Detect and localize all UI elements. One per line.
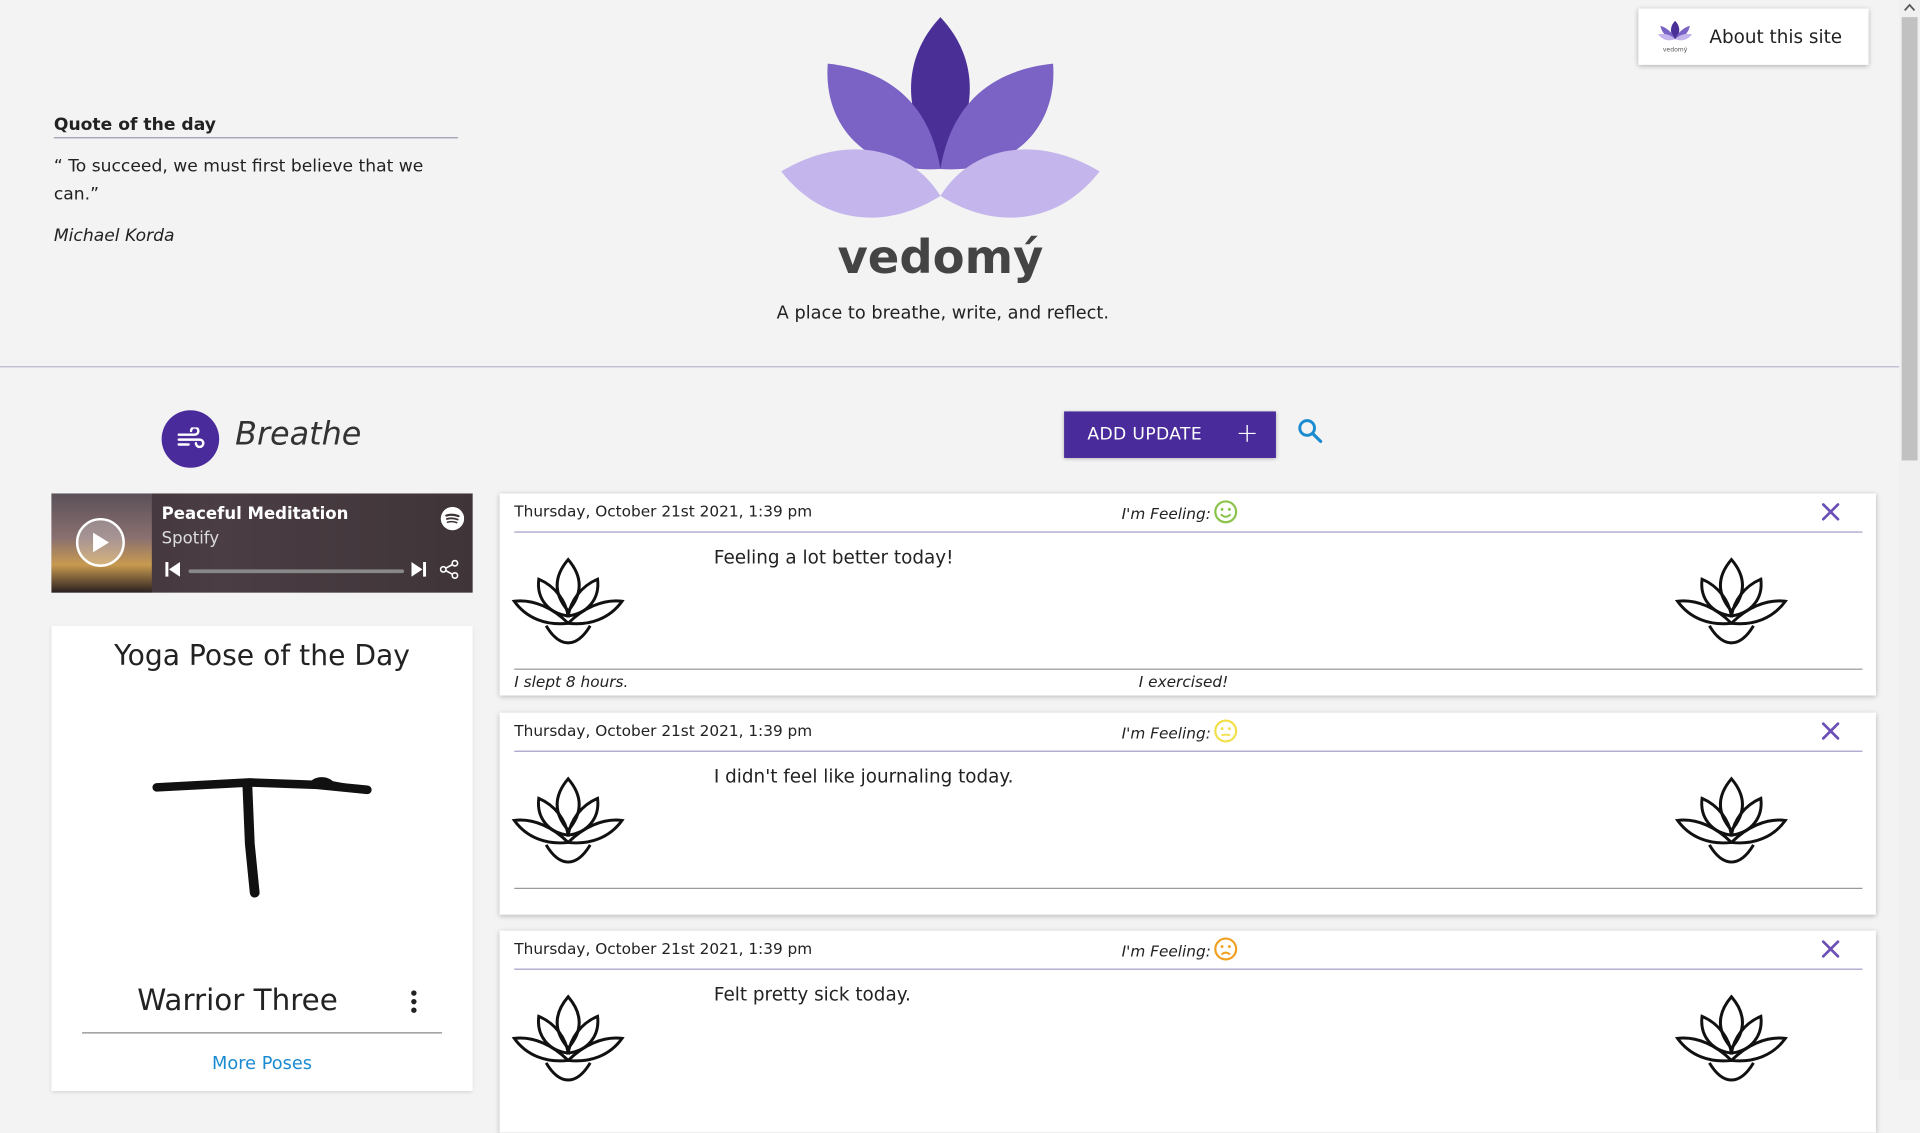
lotus-icon <box>1674 994 1788 1082</box>
spotify-player: Peaceful Meditation Spotify <box>51 493 473 593</box>
warrior-three-pose-icon <box>152 777 372 898</box>
quote-of-the-day: Quote of the day “ To succeed, we must f… <box>53 115 458 247</box>
journal-entry: Thursday, October 21st 2021, 1:39 pm I'm… <box>499 712 1876 915</box>
more-poses-link[interactable]: More Poses <box>51 1054 472 1074</box>
entry-text: Felt pretty sick today. <box>713 983 911 1006</box>
vedomy-logo: vedomý <box>781 17 1100 284</box>
entry-date: Thursday, October 21st 2021, 1:39 pm <box>514 939 813 958</box>
entry-feeling: I'm Feeling: <box>1121 937 1238 961</box>
close-icon[interactable] <box>1821 939 1841 959</box>
share-icon[interactable] <box>439 559 460 580</box>
entry-bottom-divider <box>514 668 1863 670</box>
quote-title: Quote of the day <box>53 115 458 139</box>
about-site-label: About this site <box>1709 25 1843 48</box>
scroll-up-icon[interactable] <box>1904 3 1916 11</box>
player-title: Peaceful Meditation <box>161 504 349 525</box>
quote-text: “ To succeed, we must first believe that… <box>53 156 424 205</box>
journal-entry: Thursday, October 21st 2021, 1:39 pm I'm… <box>499 930 1876 1133</box>
next-track-icon[interactable] <box>411 562 427 577</box>
play-button[interactable] <box>75 517 125 567</box>
entry-top-divider <box>514 750 1863 752</box>
player-subtitle: Spotify <box>161 528 220 549</box>
feeling-label: I'm Feeling: <box>1121 941 1211 960</box>
search-icon[interactable] <box>1297 418 1324 445</box>
progress-bar[interactable] <box>188 569 405 574</box>
about-site-button[interactable]: vedomý About this site <box>1638 8 1869 65</box>
yoga-divider <box>82 1032 443 1034</box>
lotus-icon <box>1674 776 1788 864</box>
close-icon[interactable] <box>1821 721 1841 741</box>
add-update-label: ADD UPDATE <box>1087 424 1203 445</box>
entry-date: Thursday, October 21st 2021, 1:39 pm <box>514 502 813 521</box>
entry-feeling: I'm Feeling: <box>1121 719 1238 743</box>
page-scrollbar[interactable] <box>1899 0 1920 1081</box>
entry-top-divider <box>514 968 1863 970</box>
close-icon[interactable] <box>1821 502 1841 522</box>
entry-text: Feeling a lot better today! <box>713 546 954 569</box>
yoga-card-title: Yoga Pose of the Day <box>114 640 410 673</box>
entry-feeling: I'm Feeling: <box>1121 500 1238 524</box>
more-vert-icon[interactable] <box>407 988 422 1015</box>
plus-icon: + <box>1235 418 1259 450</box>
svg-text:vedomý: vedomý <box>1663 45 1688 53</box>
lotus-icon <box>1674 557 1788 645</box>
entry-exercise-note: I exercised! <box>1138 672 1229 691</box>
scrollbar-thumb[interactable] <box>1901 17 1918 461</box>
lotus-icon <box>511 776 625 864</box>
entry-top-divider <box>514 531 1863 533</box>
spotify-icon[interactable] <box>440 506 465 531</box>
lotus-icon <box>511 557 625 645</box>
entry-bottom-divider <box>514 887 1863 889</box>
tagline: A place to breathe, write, and reflect. <box>776 303 1110 324</box>
quote-author: Michael Korda <box>53 226 175 247</box>
lotus-icon <box>511 994 625 1082</box>
previous-track-icon[interactable] <box>165 562 181 577</box>
neutral-face-icon <box>1214 719 1238 743</box>
feeling-label: I'm Feeling: <box>1121 503 1211 523</box>
yoga-pose-name: Warrior Three <box>137 983 338 1018</box>
wind-icon <box>176 426 204 448</box>
entry-date: Thursday, October 21st 2021, 1:39 pm <box>514 721 813 740</box>
sad-face-icon <box>1214 937 1238 961</box>
entry-text: I didn't feel like journaling today. <box>713 765 1014 788</box>
breathe-button[interactable] <box>161 410 220 468</box>
svg-text:vedomý: vedomý <box>837 230 1043 284</box>
play-icon <box>93 532 109 553</box>
yoga-pose-card: Yoga Pose of the Day Warrior Three More … <box>51 625 473 1092</box>
add-update-button[interactable]: ADD UPDATE + <box>1064 411 1276 458</box>
journal-entry: Thursday, October 21st 2021, 1:39 pm I'm… <box>499 493 1876 696</box>
entry-sleep-note: I slept 8 hours. <box>514 672 629 691</box>
vedomy-logo-icon: vedomý <box>1657 20 1693 53</box>
happy-face-icon <box>1214 500 1238 524</box>
breathe-label: Breathe <box>235 416 362 454</box>
feeling-label: I'm Feeling: <box>1121 723 1211 742</box>
header-divider <box>0 366 1900 368</box>
